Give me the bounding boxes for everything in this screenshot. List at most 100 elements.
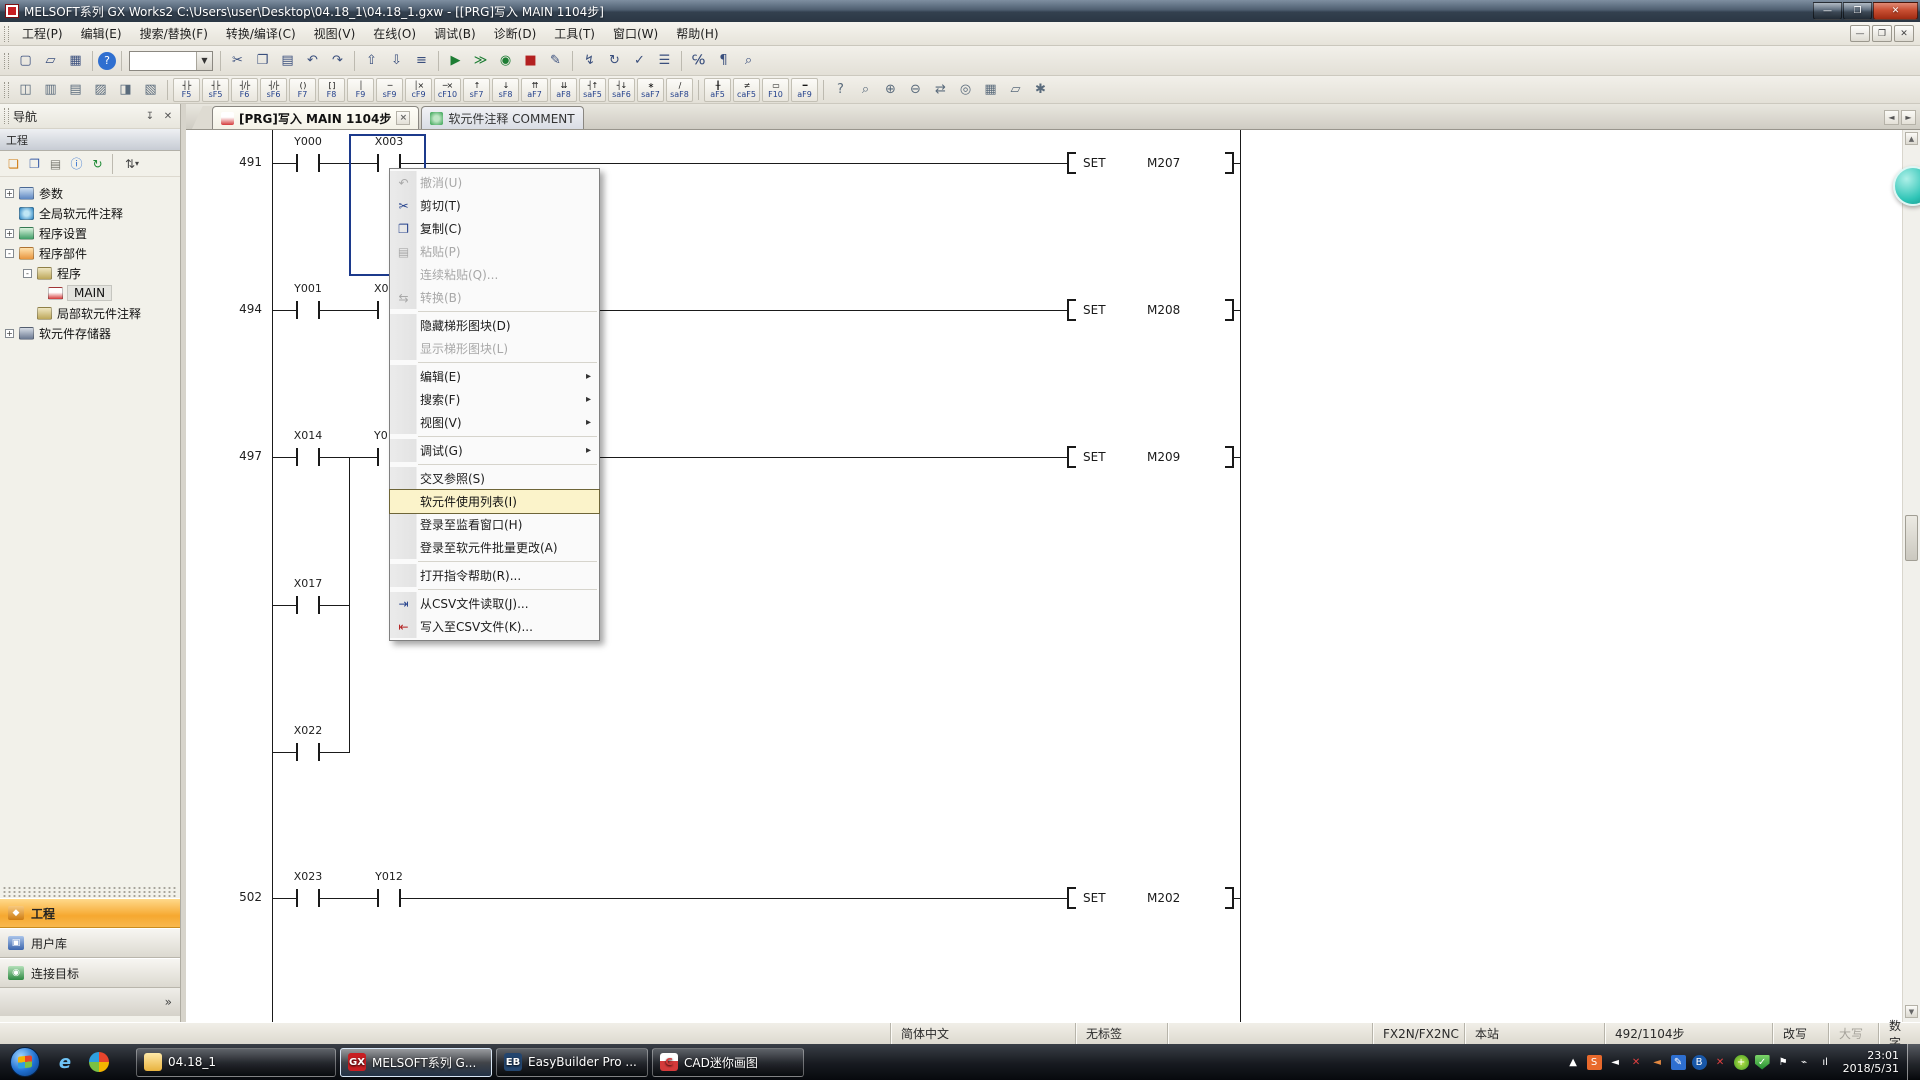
open-project-icon[interactable]: ▱ — [39, 49, 62, 72]
ladder-button-sf5[interactable]: ┤├sF5 — [202, 78, 229, 102]
menu-window[interactable]: 窗口(W) — [604, 21, 667, 46]
contact-x017[interactable] — [296, 596, 320, 614]
ladder-button-af5[interactable]: ╂aF5 — [704, 78, 731, 102]
print-preview-icon[interactable]: ▱ — [1004, 78, 1027, 101]
menu-edit[interactable]: 编辑(E) — [72, 21, 131, 46]
help-icon[interactable]: ? — [98, 52, 116, 70]
nav-button-project[interactable]: ◆ 工程 — [0, 898, 180, 928]
tab-scroll-right-icon[interactable]: ► — [1901, 110, 1916, 125]
context-menu-read-csv[interactable]: ⇥ 从CSV文件读取(J)... — [390, 592, 599, 615]
tree-item-program-folder[interactable]: - 程序 — [0, 263, 180, 283]
tree-item-pou[interactable]: - 程序部件 — [0, 243, 180, 263]
coil-set-m207[interactable]: SETM207 — [1067, 152, 1234, 174]
tree-item-global-comment[interactable]: 全局软元件注释 — [0, 203, 180, 223]
ladder-button-f5[interactable]: ┤├F5 — [173, 78, 200, 102]
ladder-button-saf7[interactable]: ∗saF7 — [637, 78, 664, 102]
device-test-icon[interactable]: ✎ — [544, 49, 567, 72]
tree-item-program-setting[interactable]: + 程序设置 — [0, 223, 180, 243]
expander-icon[interactable]: + — [5, 329, 14, 338]
menu-tools[interactable]: 工具(T) — [545, 21, 604, 46]
network-signal-icon[interactable]: ıl — [1818, 1055, 1833, 1070]
ladder-button-f6[interactable]: ┤/├F6 — [231, 78, 258, 102]
taskbar-button-cad[interactable]: C CAD迷你画图 — [652, 1048, 804, 1077]
device-disconnected-icon[interactable]: ✕ — [1713, 1055, 1728, 1070]
menu-online[interactable]: 在线(O) — [364, 21, 425, 46]
editor-vertical-scrollbar[interactable]: ▲ ▼ — [1902, 130, 1920, 1022]
refresh-icon[interactable]: ↻ — [87, 153, 108, 174]
new-data-icon[interactable]: ❏ — [3, 153, 24, 174]
device-display-icon[interactable]: ▧ — [139, 78, 162, 101]
context-menu-debug[interactable]: 调试(G) — [390, 439, 599, 462]
show-desktop-button[interactable] — [1907, 1044, 1920, 1080]
statement-display-icon[interactable]: ¶ — [712, 49, 735, 72]
tab-scroll-left-icon[interactable]: ◄ — [1884, 110, 1899, 125]
watch-window-icon[interactable]: ◎ — [954, 78, 977, 101]
zoom-icon[interactable]: ⌕ — [737, 49, 760, 72]
contact-y001[interactable] — [296, 301, 320, 319]
options-icon[interactable]: ✱ — [1029, 78, 1052, 101]
ladder-button-sf9[interactable]: ─sF9 — [376, 78, 403, 102]
menu-help[interactable]: 帮助(H) — [667, 21, 727, 46]
device-search-icon[interactable]: ⌕ — [854, 78, 877, 101]
zoom-out-icon[interactable]: ⊖ — [904, 78, 927, 101]
ie-icon[interactable]: e — [52, 1049, 78, 1075]
csv-icon[interactable]: ▦ — [979, 78, 1002, 101]
expander-icon[interactable]: - — [23, 269, 32, 278]
redo-icon[interactable]: ↷ — [326, 49, 349, 72]
save-project-icon[interactable]: ▦ — [64, 49, 87, 72]
start-button[interactable] — [10, 1047, 40, 1077]
copy-data-icon[interactable]: ❐ — [24, 153, 45, 174]
ladder-button-sf6[interactable]: ┤/├sF6 — [260, 78, 287, 102]
volume-icon[interactable]: ◄ — [1608, 1055, 1623, 1070]
menu-debug[interactable]: 调试(B) — [425, 21, 485, 46]
tree-item-main[interactable]: MAIN — [0, 283, 180, 303]
combo-dropdown-icon[interactable]: ▼ — [196, 52, 212, 70]
security-shield-icon[interactable]: ✓ — [1755, 1055, 1770, 1070]
close-button[interactable]: ✕ — [1873, 2, 1918, 20]
context-menu-copy[interactable]: ❐ 复制(C) — [390, 217, 599, 240]
ladder-button-sf8[interactable]: ↓sF8 — [492, 78, 519, 102]
tray-expand-icon[interactable]: ▲ — [1566, 1055, 1581, 1070]
paste-data-icon[interactable]: ▤ — [45, 153, 66, 174]
context-menu-view[interactable]: 视图(V) — [390, 411, 599, 434]
contact-x023[interactable] — [296, 889, 320, 907]
build-icon[interactable]: ↯ — [578, 49, 601, 72]
project-data-combo[interactable]: ▼ — [129, 51, 213, 71]
scroll-up-icon[interactable]: ▲ — [1905, 132, 1918, 145]
ladder-button-saf5[interactable]: ┤↑saF5 — [579, 78, 606, 102]
context-menu-edit[interactable]: 编辑(E) — [390, 365, 599, 388]
nav-button-connection[interactable]: ◉ 连接目标 — [0, 958, 180, 988]
instruction-help-icon[interactable]: ? — [829, 78, 852, 101]
ladder-button-af7[interactable]: ⇈aF7 — [521, 78, 548, 102]
taskbar-button-explorer[interactable]: 04.18_1 — [136, 1048, 336, 1077]
audio-muted-icon[interactable]: ◄ — [1650, 1055, 1665, 1070]
cut-icon[interactable]: ✂ — [226, 49, 249, 72]
flag-alert-icon[interactable]: ⚑ — [1776, 1055, 1791, 1070]
rebuild-all-icon[interactable]: ↻ — [603, 49, 626, 72]
nav-button-user-library[interactable]: ▣ 用户库 — [0, 928, 180, 958]
start-monitor-icon[interactable]: ◉ — [494, 49, 517, 72]
tab-close-icon[interactable]: × — [396, 111, 410, 125]
context-menu-cross-reference[interactable]: 交叉参照(S) — [390, 467, 599, 490]
context-menu-open-instruction-help[interactable]: 打开指令帮助(R)... — [390, 564, 599, 587]
input-pad-icon[interactable]: ✎ — [1671, 1055, 1686, 1070]
taskbar-clock[interactable]: 23:01 2018/5/31 — [1843, 1049, 1899, 1075]
maximize-button[interactable]: ❐ — [1843, 2, 1872, 20]
program-check-icon[interactable]: ✓ — [628, 49, 651, 72]
context-menu-search[interactable]: 搜索(F) — [390, 388, 599, 411]
menu-compile[interactable]: 转换/编译(C) — [217, 21, 305, 46]
ladder-button-saf8[interactable]: ∕saF8 — [666, 78, 693, 102]
contact-x022[interactable] — [296, 743, 320, 761]
monitor-mode-icon[interactable]: ▶ — [444, 49, 467, 72]
mdi-minimize-button[interactable]: — — [1850, 25, 1870, 42]
menu-find-replace[interactable]: 搜索/替换(F) — [131, 21, 217, 46]
zoom-in-icon[interactable]: ⊕ — [879, 78, 902, 101]
scrollbar-thumb[interactable] — [1905, 515, 1918, 561]
statement-view-icon[interactable]: ▨ — [89, 78, 112, 101]
cross-reference-icon[interactable]: ⇄ — [929, 78, 952, 101]
comment-display-icon[interactable]: ℅ — [687, 49, 710, 72]
tree-item-device-memory[interactable]: + 软元件存储器 — [0, 323, 180, 343]
ladder-button-f7[interactable]: ( )F7 — [289, 78, 316, 102]
taskbar-button-easybuilder[interactable]: EB EasyBuilder Pro ... — [496, 1048, 648, 1077]
ladder-button-cf10[interactable]: ─×cF10 — [434, 78, 461, 102]
